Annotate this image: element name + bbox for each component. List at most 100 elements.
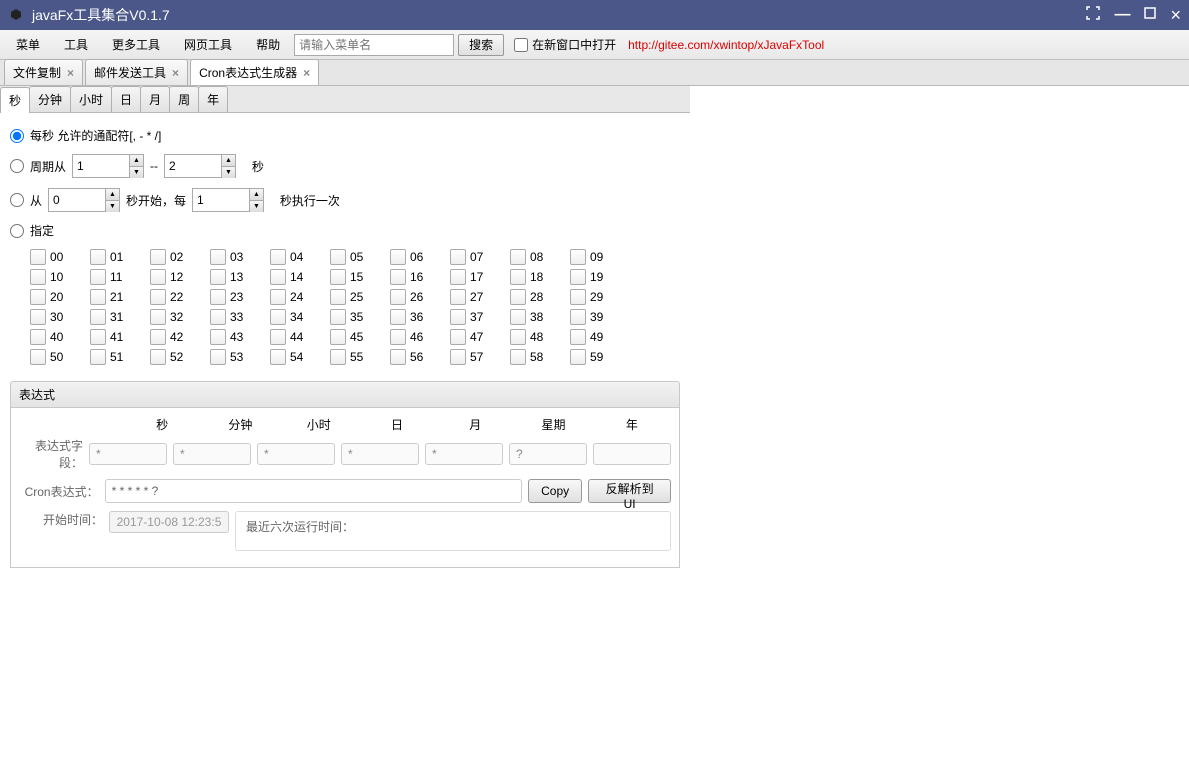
cycle-to-spinner[interactable]: ▲▼ [164, 154, 236, 178]
second-checkbox-input[interactable] [390, 329, 406, 345]
close-icon[interactable]: × [172, 66, 179, 80]
second-checkbox[interactable]: 40 [30, 329, 78, 345]
second-checkbox[interactable]: 13 [210, 269, 258, 285]
second-checkbox-input[interactable] [210, 289, 226, 305]
second-checkbox[interactable]: 37 [450, 309, 498, 325]
second-checkbox[interactable]: 16 [390, 269, 438, 285]
second-checkbox[interactable]: 42 [150, 329, 198, 345]
second-checkbox[interactable]: 52 [150, 349, 198, 365]
second-checkbox-input[interactable] [150, 249, 166, 265]
second-checkbox-input[interactable] [90, 329, 106, 345]
option-specify[interactable]: 指定 [10, 222, 680, 239]
second-checkbox-input[interactable] [390, 249, 406, 265]
tab-file-copy[interactable]: 文件复制 × [4, 59, 83, 85]
second-checkbox-input[interactable] [210, 329, 226, 345]
second-checkbox-input[interactable] [150, 329, 166, 345]
option-every-second[interactable]: 每秒 允许的通配符[, - * /] [10, 127, 680, 144]
second-checkbox[interactable]: 14 [270, 269, 318, 285]
spin-down-icon[interactable]: ▼ [106, 201, 119, 212]
spin-down-icon[interactable]: ▼ [250, 201, 263, 212]
second-checkbox[interactable]: 04 [270, 249, 318, 265]
tab-mail-tool[interactable]: 邮件发送工具 × [85, 59, 188, 85]
menu-item[interactable]: 网页工具 [174, 32, 242, 57]
second-checkbox-input[interactable] [90, 309, 106, 325]
second-checkbox-input[interactable] [90, 269, 106, 285]
spin-up-icon[interactable]: ▲ [130, 155, 143, 167]
menu-item[interactable]: 更多工具 [102, 32, 170, 57]
cron-expression-input[interactable] [105, 479, 523, 503]
second-checkbox[interactable]: 47 [450, 329, 498, 345]
menu-item[interactable]: 帮助 [246, 32, 290, 57]
cycle-from-input[interactable] [73, 155, 129, 177]
second-checkbox[interactable]: 46 [390, 329, 438, 345]
spin-down-icon[interactable]: ▼ [222, 167, 235, 178]
second-checkbox-input[interactable] [450, 249, 466, 265]
second-checkbox[interactable]: 34 [270, 309, 318, 325]
second-checkbox[interactable]: 56 [390, 349, 438, 365]
second-checkbox[interactable]: 30 [30, 309, 78, 325]
second-checkbox[interactable]: 43 [210, 329, 258, 345]
cycle-to-input[interactable] [165, 155, 221, 177]
second-checkbox-input[interactable] [90, 289, 106, 305]
close-icon[interactable]: × [303, 66, 310, 80]
second-checkbox[interactable]: 20 [30, 289, 78, 305]
tab-week[interactable]: 周 [169, 86, 199, 112]
second-checkbox[interactable]: 01 [90, 249, 138, 265]
tab-seconds[interactable]: 秒 [0, 87, 30, 113]
second-checkbox-input[interactable] [30, 289, 46, 305]
second-checkbox[interactable]: 55 [330, 349, 378, 365]
option-interval[interactable]: 从 ▲▼ 秒开始，每 ▲▼ 秒执行一次 [10, 188, 680, 212]
second-checkbox-input[interactable] [150, 309, 166, 325]
second-checkbox-input[interactable] [450, 329, 466, 345]
close-icon[interactable]: × [67, 66, 74, 80]
second-checkbox-input[interactable] [450, 349, 466, 365]
second-checkbox[interactable]: 12 [150, 269, 198, 285]
project-link[interactable]: http://gitee.com/xwintop/xJavaFxTool [628, 38, 824, 52]
second-checkbox-input[interactable] [90, 249, 106, 265]
second-checkbox-input[interactable] [150, 269, 166, 285]
second-checkbox[interactable]: 00 [30, 249, 78, 265]
second-checkbox-input[interactable] [510, 269, 526, 285]
second-checkbox-input[interactable] [30, 249, 46, 265]
second-checkbox[interactable]: 23 [210, 289, 258, 305]
second-checkbox[interactable]: 06 [390, 249, 438, 265]
second-checkbox-input[interactable] [30, 309, 46, 325]
second-checkbox[interactable]: 38 [510, 309, 558, 325]
search-input[interactable] [294, 34, 454, 56]
second-checkbox-input[interactable] [210, 349, 226, 365]
second-checkbox[interactable]: 59 [570, 349, 618, 365]
tab-day[interactable]: 日 [111, 86, 141, 112]
second-checkbox-input[interactable] [390, 289, 406, 305]
spin-down-icon[interactable]: ▼ [130, 167, 143, 178]
second-checkbox[interactable]: 48 [510, 329, 558, 345]
maximize-icon[interactable] [1144, 6, 1156, 24]
second-checkbox-input[interactable] [390, 269, 406, 285]
second-checkbox[interactable]: 28 [510, 289, 558, 305]
second-checkbox[interactable]: 58 [510, 349, 558, 365]
spin-up-icon[interactable]: ▲ [222, 155, 235, 167]
second-checkbox[interactable]: 53 [210, 349, 258, 365]
second-checkbox-input[interactable] [510, 309, 526, 325]
second-checkbox-input[interactable] [330, 249, 346, 265]
second-checkbox-input[interactable] [570, 349, 586, 365]
second-checkbox[interactable]: 08 [510, 249, 558, 265]
second-checkbox-input[interactable] [390, 309, 406, 325]
second-checkbox[interactable]: 25 [330, 289, 378, 305]
second-checkbox-input[interactable] [330, 269, 346, 285]
spin-up-icon[interactable]: ▲ [250, 189, 263, 201]
tab-month[interactable]: 月 [140, 86, 170, 112]
copy-button[interactable]: Copy [528, 479, 582, 503]
second-checkbox-input[interactable] [330, 349, 346, 365]
second-checkbox[interactable]: 51 [90, 349, 138, 365]
second-checkbox-input[interactable] [330, 329, 346, 345]
second-checkbox[interactable]: 10 [30, 269, 78, 285]
second-checkbox-input[interactable] [30, 329, 46, 345]
second-checkbox[interactable]: 45 [330, 329, 378, 345]
second-checkbox-input[interactable] [450, 309, 466, 325]
second-checkbox-input[interactable] [270, 329, 286, 345]
second-checkbox[interactable]: 11 [90, 269, 138, 285]
second-checkbox[interactable]: 22 [150, 289, 198, 305]
minimize-icon[interactable]: — [1114, 6, 1130, 24]
second-checkbox[interactable]: 57 [450, 349, 498, 365]
option-cycle[interactable]: 周期从 ▲▼ -- ▲▼ 秒 [10, 154, 680, 178]
